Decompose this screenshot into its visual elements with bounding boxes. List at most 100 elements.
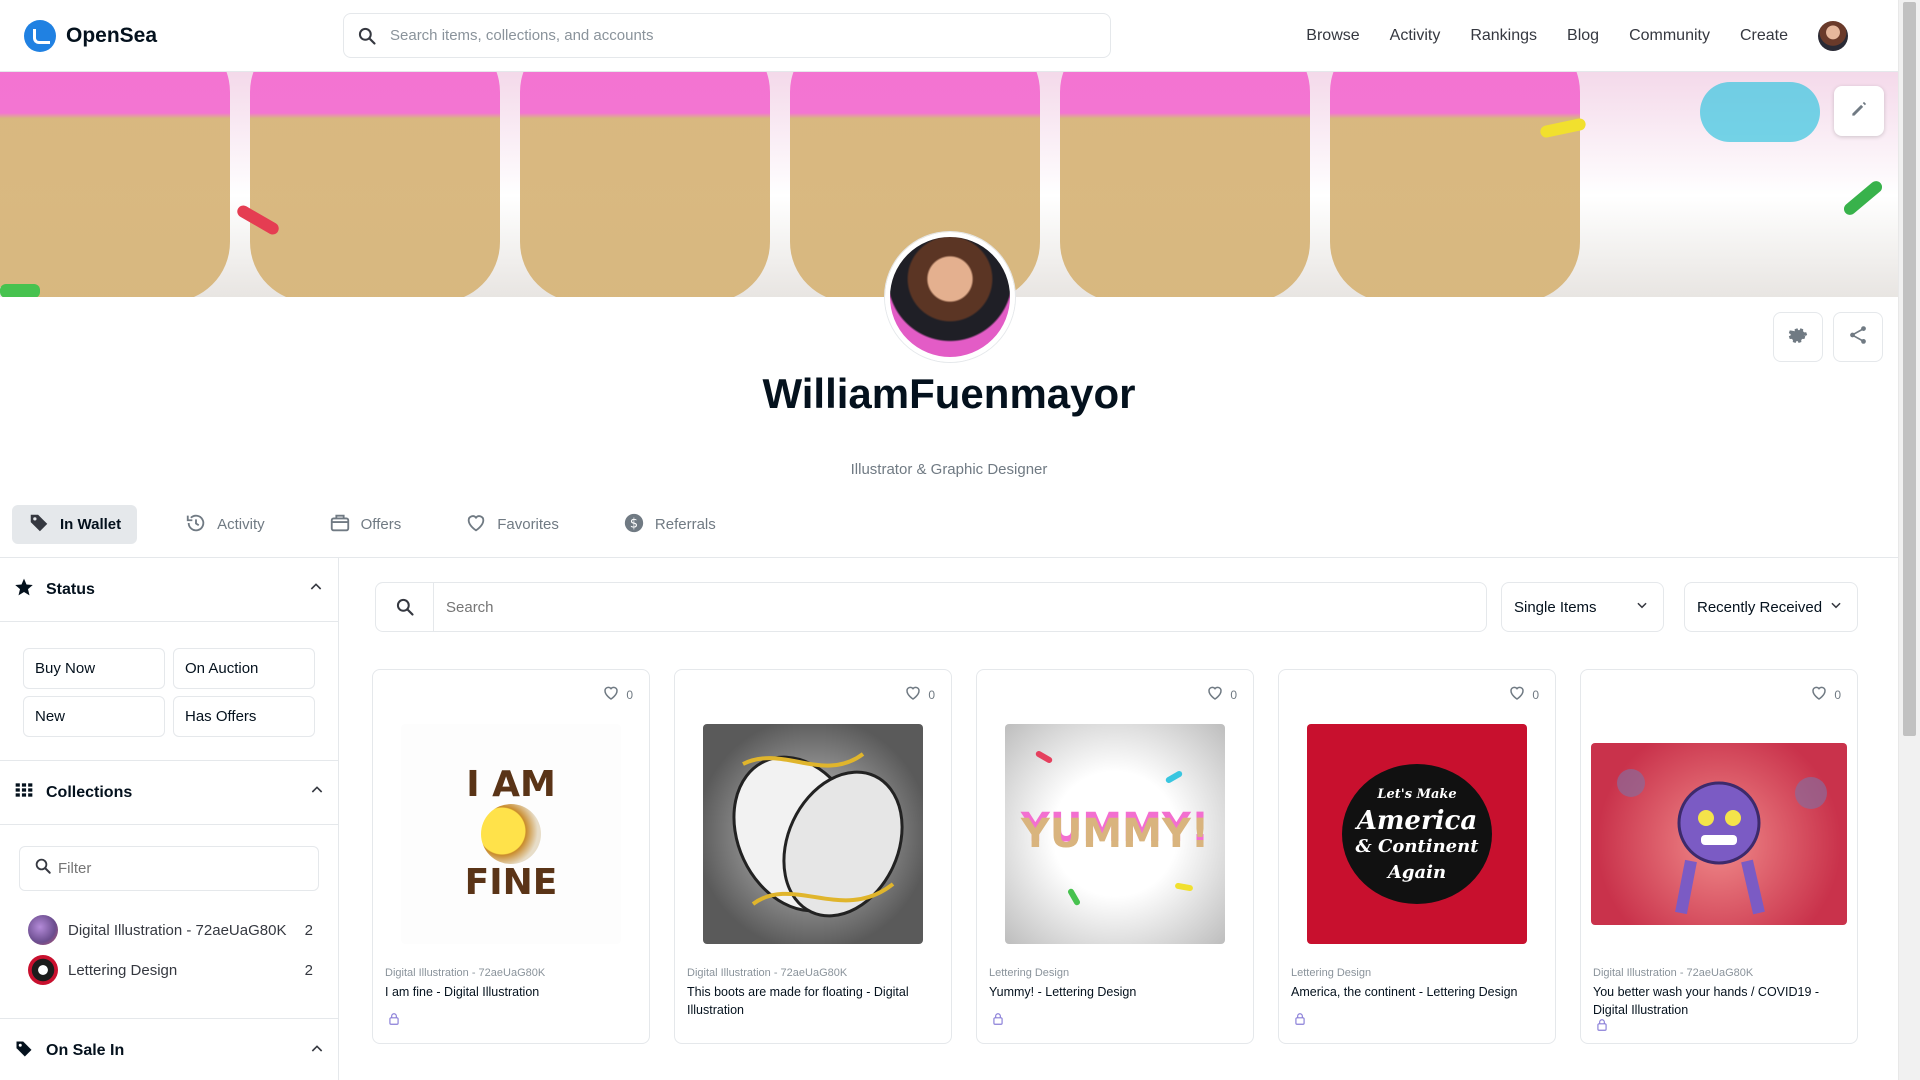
tab-in-wallet[interactable]: In Wallet [12, 505, 138, 544]
sort-select[interactable]: Recently Received [1684, 582, 1858, 632]
asset-card[interactable]: 0 Digital Illustration - 72aeUaG80K You … [1580, 669, 1858, 1044]
items-search[interactable] [375, 582, 1487, 632]
collection-filter-input[interactable] [58, 860, 288, 877]
asset-card[interactable]: 0 Digital Illustration - 72aeUaG80K This… [674, 669, 952, 1044]
status-has-offers-button[interactable]: Has Offers [173, 696, 315, 737]
heart-icon [1810, 684, 1828, 705]
collection-thumbnail [28, 955, 58, 985]
asset-image: Let's Make America & Continent Again [1307, 724, 1527, 944]
favorite-button[interactable]: 0 [1508, 684, 1539, 705]
tab-favorites[interactable]: Favorites [449, 505, 575, 544]
account-avatar[interactable] [1818, 21, 1848, 51]
logo-text: OpenSea [66, 24, 158, 47]
nav-browse[interactable]: Browse [1306, 27, 1359, 45]
tab-offers[interactable]: Offers [313, 505, 418, 544]
tab-label: Favorites [497, 516, 559, 533]
asset-title: Yummy! - Lettering Design [989, 985, 1137, 999]
heart-icon [602, 684, 620, 705]
asset-collection[interactable]: Lettering Design [1291, 967, 1541, 979]
asset-image-text: America [1356, 806, 1478, 836]
lock-icon [1595, 1018, 1609, 1037]
chevron-down-icon [1635, 598, 1649, 616]
sort-value: Recently Received [1697, 598, 1823, 616]
collection-name: Lettering Design [68, 961, 178, 979]
page-scrollbar[interactable] [1898, 0, 1920, 1080]
favorite-count: 0 [1532, 687, 1539, 702]
tab-label: In Wallet [60, 516, 122, 533]
scrollbar-thumb[interactable] [1903, 2, 1916, 736]
item-type-select[interactable]: Single Items [1501, 582, 1664, 632]
favorite-count: 0 [626, 687, 633, 702]
gear-icon [1787, 324, 1809, 351]
smiley-skull-icon [481, 804, 541, 864]
offers-icon [329, 512, 351, 538]
history-icon [185, 512, 207, 538]
asset-image: YUMMY! [1005, 724, 1225, 944]
settings-button[interactable] [1773, 312, 1823, 362]
search-icon [344, 26, 390, 46]
status-buy-now-button[interactable]: Buy Now [23, 648, 165, 689]
tag-icon [28, 512, 50, 538]
favorite-button[interactable]: 0 [904, 684, 935, 705]
profile-avatar [885, 232, 1015, 362]
profile-tabs: In Wallet Activity Offers Favorites $ Re… [12, 505, 732, 544]
on-sale-title: On Sale In [46, 1042, 125, 1059]
favorite-button[interactable]: 0 [602, 684, 633, 705]
heart-icon [465, 512, 487, 538]
collection-item-digital-illustration[interactable]: Digital Illustration - 72aeUaG80K 2 [28, 915, 313, 945]
status-on-auction-button[interactable]: On Auction [173, 648, 315, 689]
collection-item-lettering-design[interactable]: Lettering Design 2 [28, 955, 313, 985]
chevron-up-icon[interactable] [308, 579, 324, 600]
asset-image [1591, 743, 1847, 925]
search-icon [376, 583, 434, 631]
favorite-button[interactable]: 0 [1810, 684, 1841, 705]
item-type-value: Single Items [1514, 598, 1597, 616]
logo[interactable]: OpenSea [24, 20, 157, 52]
collection-filter[interactable] [19, 846, 319, 891]
lock-icon [1293, 1012, 1307, 1031]
collection-count: 2 [304, 921, 313, 939]
lettering-badge: Let's Make America & Continent Again [1342, 764, 1492, 904]
nav-create[interactable]: Create [1740, 27, 1788, 45]
tab-referrals[interactable]: $ Referrals [607, 505, 732, 544]
asset-image-text: Again [1387, 862, 1447, 883]
asset-title: I am fine - Digital Illustration [385, 985, 540, 999]
status-section-header[interactable]: Status [0, 558, 338, 622]
on-sale-section-header[interactable]: On Sale In [0, 1019, 339, 1080]
global-search-input[interactable] [390, 27, 1070, 44]
global-search[interactable] [343, 13, 1111, 58]
chevron-up-icon[interactable] [309, 782, 325, 803]
virus-monster-illustration [1617, 769, 1827, 915]
status-title: Status [46, 580, 95, 598]
asset-collection[interactable]: Digital Illustration - 72aeUaG80K [385, 967, 635, 979]
asset-collection[interactable]: Digital Illustration - 72aeUaG80K [687, 967, 937, 979]
profile-name: WilliamFuenmayor [762, 370, 1136, 417]
favorite-count: 0 [1230, 687, 1237, 702]
asset-card[interactable]: 0 I AM FINE Digital Illustration - 72aeU… [372, 669, 650, 1044]
edit-banner-button[interactable] [1834, 86, 1884, 136]
nav-activity[interactable]: Activity [1390, 27, 1441, 45]
asset-card[interactable]: 0 Let's Make America & Continent Again L… [1278, 669, 1556, 1044]
favorite-button[interactable]: 0 [1206, 684, 1237, 705]
status-new-button[interactable]: New [23, 696, 165, 737]
chevron-up-icon[interactable] [309, 1041, 325, 1062]
lock-icon [991, 1012, 1005, 1031]
lock-icon [387, 1012, 401, 1031]
top-navbar: OpenSea Browse Activity Rankings Blog Co… [0, 0, 1898, 72]
heart-icon [904, 684, 922, 705]
share-button[interactable] [1833, 312, 1883, 362]
tab-activity[interactable]: Activity [169, 505, 281, 544]
svg-text:$: $ [630, 516, 638, 531]
asset-collection[interactable]: Digital Illustration - 72aeUaG80K [1593, 967, 1843, 979]
nav-community[interactable]: Community [1629, 27, 1710, 45]
pencil-icon [1849, 99, 1869, 124]
asset-image-text: YUMMY! [1020, 811, 1210, 857]
collections-section-header[interactable]: Collections [0, 761, 339, 825]
items-search-input[interactable] [446, 598, 1446, 616]
nav-blog[interactable]: Blog [1567, 27, 1599, 45]
asset-collection[interactable]: Lettering Design [989, 967, 1239, 979]
asset-card[interactable]: 0 YUMMY! Lettering Design Yummy! - Lette… [976, 669, 1254, 1044]
nav-rankings[interactable]: Rankings [1470, 27, 1537, 45]
main-nav: Browse Activity Rankings Blog Community … [1276, 0, 1848, 72]
heart-icon [1206, 684, 1224, 705]
